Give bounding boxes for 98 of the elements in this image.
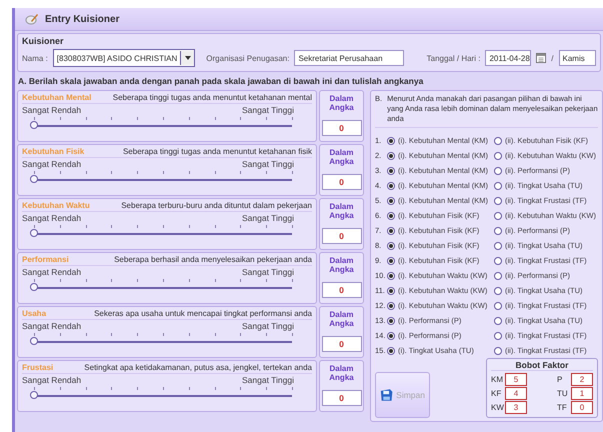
radio-button[interactable] <box>387 196 395 205</box>
slider-thumb[interactable] <box>30 337 38 345</box>
factor-question: Setingkat apa ketidakamanan, putus asa, jengkel, tertekan anda <box>84 363 312 372</box>
factor-name: Kebutuhan Waktu <box>22 201 90 210</box>
answer-label: Dalam Angka <box>328 364 355 382</box>
slider-thumb[interactable] <box>30 391 38 399</box>
pen-icon <box>25 13 39 25</box>
window-title: Entry Kuisioner <box>45 14 120 24</box>
radio-button[interactable] <box>387 272 395 280</box>
answer-label: Dalam Angka <box>328 148 355 166</box>
weight-label: P <box>557 375 564 384</box>
scale-low-label: Sangat Rendah <box>22 375 82 385</box>
factor-question: Sekeras apa usaha untuk mencapai tingkat performansi anda <box>94 309 312 318</box>
radio-button[interactable] <box>494 332 502 340</box>
slider-thumb[interactable] <box>30 175 38 183</box>
slider-thumb[interactable] <box>30 229 38 237</box>
weight-field[interactable]: 3 <box>505 401 527 414</box>
calendar-icon[interactable] <box>536 52 546 64</box>
weight-label: TF <box>557 403 568 412</box>
answer-label: Dalam Angka <box>328 202 355 220</box>
scale-high-label: Sangat Tinggi <box>242 105 294 115</box>
factor-name: Usaha <box>22 309 46 318</box>
weight-field[interactable]: 5 <box>505 373 527 386</box>
organization-label: Organisasi Penugasan: <box>206 54 290 62</box>
radio-button[interactable] <box>494 286 502 295</box>
factor-question: Seberapa terburu-buru anda dituntut dalam pekerjaan <box>121 201 312 210</box>
radio-button[interactable] <box>387 212 395 220</box>
name-label: Nama : <box>22 54 48 62</box>
scale-low-label: Sangat Rendah <box>22 321 82 331</box>
scale-low-label: Sangat Rendah <box>22 267 82 277</box>
scale-low-label: Sangat Rendah <box>22 159 82 169</box>
answer-label: Dalam Angka <box>328 310 355 328</box>
radio-button[interactable] <box>494 256 502 265</box>
radio-button[interactable] <box>387 152 395 160</box>
radio-button[interactable] <box>387 226 395 235</box>
radio-button[interactable] <box>387 242 395 250</box>
factor-question: Seberapa tinggi tugas anda menuntut ketahanan fisik <box>122 147 312 156</box>
radio-button[interactable] <box>494 182 502 190</box>
factor-question: Seberapa tinggi tugas anda menuntut ketahanan mental <box>112 93 312 102</box>
radio-button[interactable] <box>387 346 395 355</box>
scale-low-label: Sangat Rendah <box>22 213 82 223</box>
weight-label: TU <box>557 389 569 398</box>
answer-label: Dalam Angka <box>328 256 355 274</box>
radio-button[interactable] <box>494 272 502 280</box>
answer-field[interactable]: 0 <box>322 174 362 190</box>
answer-field[interactable]: 0 <box>322 282 362 298</box>
radio-button[interactable] <box>387 332 395 340</box>
name-dropdown[interactable]: [8308037WB] ASIDO CHRISTIAN <box>52 49 196 67</box>
radio-button[interactable] <box>494 166 502 175</box>
scale-high-label: Sangat Tinggi <box>242 375 294 385</box>
radio-button[interactable] <box>494 302 502 310</box>
date-label: Tanggal / Hari : <box>426 54 480 62</box>
answer-field[interactable]: 0 <box>322 120 362 136</box>
factor-name: Frustasi <box>22 363 54 372</box>
radio-button[interactable] <box>387 286 395 295</box>
slider-thumb[interactable] <box>30 283 38 291</box>
weights-title: Bobot Faktor <box>491 360 593 372</box>
weight-label: KW <box>491 403 505 412</box>
radio-button[interactable] <box>387 136 395 145</box>
slider-thumb[interactable] <box>30 121 38 129</box>
day-field[interactable]: Kamis <box>558 50 596 66</box>
weight-field[interactable]: 4 <box>505 387 527 400</box>
radio-button[interactable] <box>387 256 395 265</box>
radio-button[interactable] <box>494 226 502 235</box>
radio-button[interactable] <box>494 136 502 145</box>
group-title: Kuisioner <box>22 36 65 46</box>
radio-button[interactable] <box>387 182 395 190</box>
weight-label: KF <box>491 389 502 398</box>
organization-field[interactable]: Sekretariat Perusahaan <box>294 50 404 66</box>
scale-high-label: Sangat Tinggi <box>242 321 294 331</box>
section-a-instruction: A. Berilah skala jawaban anda dengan panah pada skala jawaban di bawah ini dan tulislah angkanya <box>17 75 424 88</box>
radio-button[interactable] <box>494 242 502 250</box>
radio-button[interactable] <box>494 196 502 205</box>
factor-question: Seberapa berhasil anda menyelesaikan pekerjaan anda <box>114 255 312 264</box>
separator-text: / <box>551 54 554 62</box>
answer-field[interactable]: 0 <box>322 390 362 406</box>
answer-field[interactable]: 0 <box>322 228 362 244</box>
radio-button[interactable] <box>387 166 395 175</box>
radio-button[interactable] <box>494 212 502 220</box>
scale-low-label: Sangat Rendah <box>22 105 82 115</box>
scale-high-label: Sangat Tinggi <box>242 267 294 277</box>
answer-field[interactable]: 0 <box>322 336 362 352</box>
radio-button[interactable] <box>494 152 502 160</box>
scale-high-label: Sangat Tinggi <box>242 213 294 223</box>
weight-field[interactable]: 0 <box>571 401 593 414</box>
weight-label: KM <box>491 375 504 384</box>
radio-button[interactable] <box>387 316 395 325</box>
factor-name: Kebutuhan Fisik <box>22 147 84 156</box>
date-field[interactable]: 2011-04-28 <box>485 50 532 66</box>
radio-button[interactable] <box>387 302 395 310</box>
factor-name: Performansi <box>22 255 69 264</box>
weight-field[interactable]: 2 <box>571 373 593 386</box>
scale-high-label: Sangat Tinggi <box>242 159 294 169</box>
factor-name: Kebutuhan Mental <box>22 93 92 102</box>
answer-label: Dalam Angka <box>328 94 355 112</box>
radio-button[interactable] <box>494 316 502 325</box>
weight-field[interactable]: 1 <box>571 387 593 400</box>
radio-button[interactable] <box>494 346 502 355</box>
